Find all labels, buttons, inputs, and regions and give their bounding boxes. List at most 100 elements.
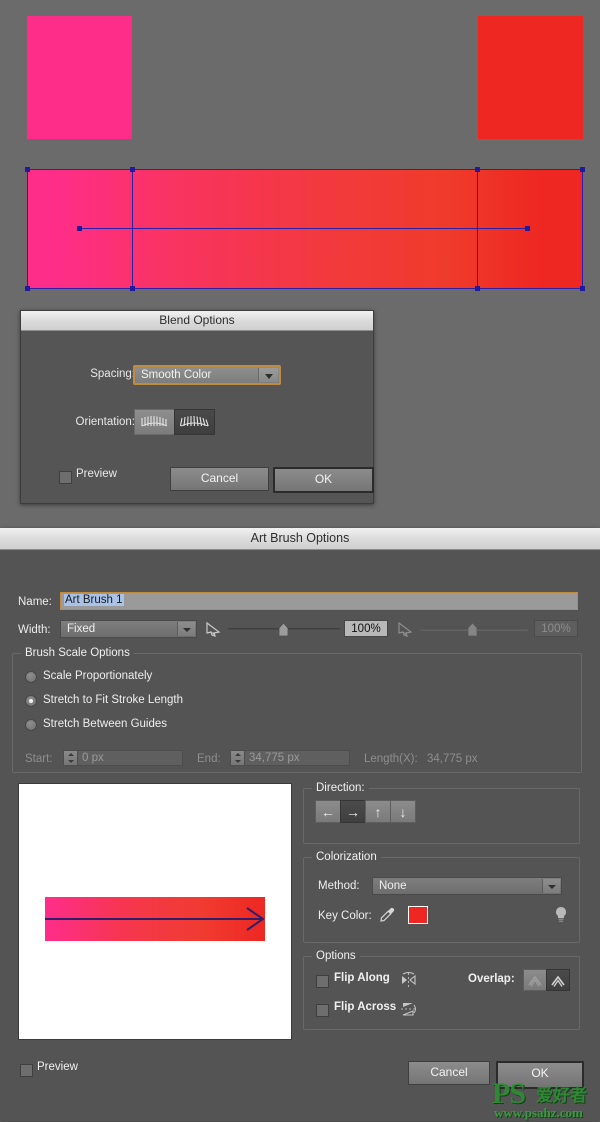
arrow-left-icon: ← xyxy=(321,805,335,819)
overlap-allow-button[interactable] xyxy=(523,969,547,991)
anchor-handle[interactable] xyxy=(25,286,30,291)
flip-along-label: Flip Along xyxy=(334,972,390,984)
key-color-label: Key Color: xyxy=(318,910,372,922)
flip-along-icon xyxy=(400,972,417,988)
flip-along-checkbox[interactable] xyxy=(316,975,329,988)
anchor-handle[interactable] xyxy=(475,167,480,172)
blend-ok-button[interactable]: OK xyxy=(273,467,374,493)
direction-up-button[interactable]: ↑ xyxy=(365,800,391,823)
chevron-down-icon[interactable] xyxy=(258,368,278,382)
stepper-icon xyxy=(231,751,245,765)
length-value: 34,775 px xyxy=(427,753,478,765)
brush-name-label: Name: xyxy=(18,596,52,608)
blend-preview-label: Preview xyxy=(76,468,117,480)
art-brush-options-titlebar[interactable]: Art Brush Options xyxy=(0,528,600,550)
arrow-up-icon: ↑ xyxy=(375,805,382,819)
selection-bbox-right xyxy=(582,169,583,289)
brush-width-label: Width: xyxy=(18,624,51,636)
red-square-shape[interactable] xyxy=(478,16,583,139)
direction-right-button[interactable]: → xyxy=(340,800,366,823)
brush-options-legend: Options xyxy=(312,950,360,962)
pressure-pen-icon xyxy=(206,622,222,636)
overlap-allow-icon xyxy=(527,974,543,987)
start-value: 0 px xyxy=(82,752,104,764)
start-label: Start: xyxy=(25,753,52,765)
blend-gradient-band xyxy=(27,169,583,289)
blend-preview-checkbox[interactable] xyxy=(59,471,72,484)
colorization-method-value: None xyxy=(379,880,407,892)
brush-preview-panel xyxy=(18,783,292,1040)
pressure-pen-icon-secondary xyxy=(398,622,414,636)
spacing-label: Spacing: xyxy=(69,368,135,380)
brush-width-row: Width: Fixed 100% 100% xyxy=(0,620,600,640)
radio-scale-proportionately-label: Scale Proportionately xyxy=(43,670,152,682)
radio-scale-proportionately[interactable] xyxy=(25,671,37,683)
pink-square-shape[interactable] xyxy=(27,16,132,139)
align-to-page-glyph xyxy=(140,414,170,430)
blend-options-titlebar[interactable]: Blend Options xyxy=(21,311,373,331)
spine-anchor-start[interactable] xyxy=(77,226,82,231)
blend-spine-path[interactable] xyxy=(79,228,528,229)
spacing-selected-value: Smooth Color xyxy=(141,369,211,381)
selection-bbox-bottom xyxy=(27,288,583,289)
method-label: Method: xyxy=(318,880,360,892)
end-label: End: xyxy=(197,753,221,765)
brush-preview-checkbox[interactable] xyxy=(20,1064,33,1077)
brush-preview-arrowhead xyxy=(245,906,267,932)
brush-preview-spine xyxy=(45,918,263,920)
end-input: 34,775 px xyxy=(230,750,350,766)
width-variation-secondary-field: 100% xyxy=(534,620,578,637)
spacing-select[interactable]: Smooth Color xyxy=(133,365,281,385)
length-label: Length(X): xyxy=(364,753,418,765)
anchor-handle[interactable] xyxy=(130,286,135,291)
colorization-method-select[interactable]: None xyxy=(372,877,562,895)
align-to-path-glyph xyxy=(180,414,210,430)
radio-stretch-to-fit-stroke-length[interactable] xyxy=(25,695,37,707)
brush-scale-options-legend: Brush Scale Options xyxy=(21,647,134,659)
blend-key-object-edge-left xyxy=(132,169,133,289)
blend-cancel-button[interactable]: Cancel xyxy=(170,467,269,491)
align-to-page-icon[interactable] xyxy=(134,409,175,435)
brush-cancel-button[interactable]: Cancel xyxy=(408,1061,490,1085)
width-slider-knob[interactable] xyxy=(279,623,288,636)
key-color-swatch[interactable] xyxy=(408,906,428,924)
anchor-handle[interactable] xyxy=(580,167,585,172)
brush-ok-button[interactable]: OK xyxy=(496,1061,584,1089)
anchor-handle[interactable] xyxy=(580,286,585,291)
align-to-path-icon[interactable] xyxy=(174,409,215,435)
blend-options-dialog: Blend Options Spacing: Smooth Color Orie… xyxy=(20,310,374,504)
chevron-down-icon[interactable] xyxy=(177,622,195,636)
spine-anchor-end[interactable] xyxy=(525,226,530,231)
anchor-handle[interactable] xyxy=(25,167,30,172)
colorization-legend: Colorization xyxy=(312,851,381,863)
chevron-down-icon[interactable] xyxy=(542,879,560,893)
direction-left-button[interactable]: ← xyxy=(315,800,341,823)
direction-group: Direction: ← → ↑ ↓ xyxy=(303,788,580,844)
selection-bbox-top xyxy=(27,169,583,170)
overlap-prevent-button[interactable] xyxy=(546,969,570,991)
guides-start-end-row: Start: 0 px End: 34,775 px Length(X): 34… xyxy=(13,750,581,770)
width-variation-primary-field[interactable]: 100% xyxy=(344,620,388,637)
orientation-label: Orientation: xyxy=(53,416,135,428)
flip-across-icon xyxy=(400,1001,417,1017)
blend-key-object-edge-right xyxy=(477,169,478,289)
blend-object[interactable] xyxy=(27,169,583,289)
overlap-prevent-icon xyxy=(550,974,566,987)
tip-lightbulb-icon[interactable] xyxy=(554,906,568,924)
flip-across-checkbox[interactable] xyxy=(316,1004,329,1017)
radio-stretch-between-guides[interactable] xyxy=(25,719,37,731)
direction-down-button[interactable]: ↓ xyxy=(390,800,416,823)
anchor-handle[interactable] xyxy=(475,286,480,291)
eyedropper-icon[interactable] xyxy=(379,907,395,923)
selection-bbox-left xyxy=(27,169,28,289)
arrow-down-icon: ↓ xyxy=(400,805,407,819)
brush-name-input[interactable]: Art Brush 1 xyxy=(60,592,578,610)
brush-width-select[interactable]: Fixed xyxy=(60,620,197,638)
end-value: 34,775 px xyxy=(249,752,300,764)
brush-name-value: Art Brush 1 xyxy=(64,594,124,606)
overlap-label: Overlap: xyxy=(468,973,515,985)
stepper-icon xyxy=(64,751,78,765)
width-slider-knob-secondary xyxy=(468,623,477,636)
anchor-handle[interactable] xyxy=(130,167,135,172)
radio-stretch-between-guides-label: Stretch Between Guides xyxy=(43,718,167,730)
